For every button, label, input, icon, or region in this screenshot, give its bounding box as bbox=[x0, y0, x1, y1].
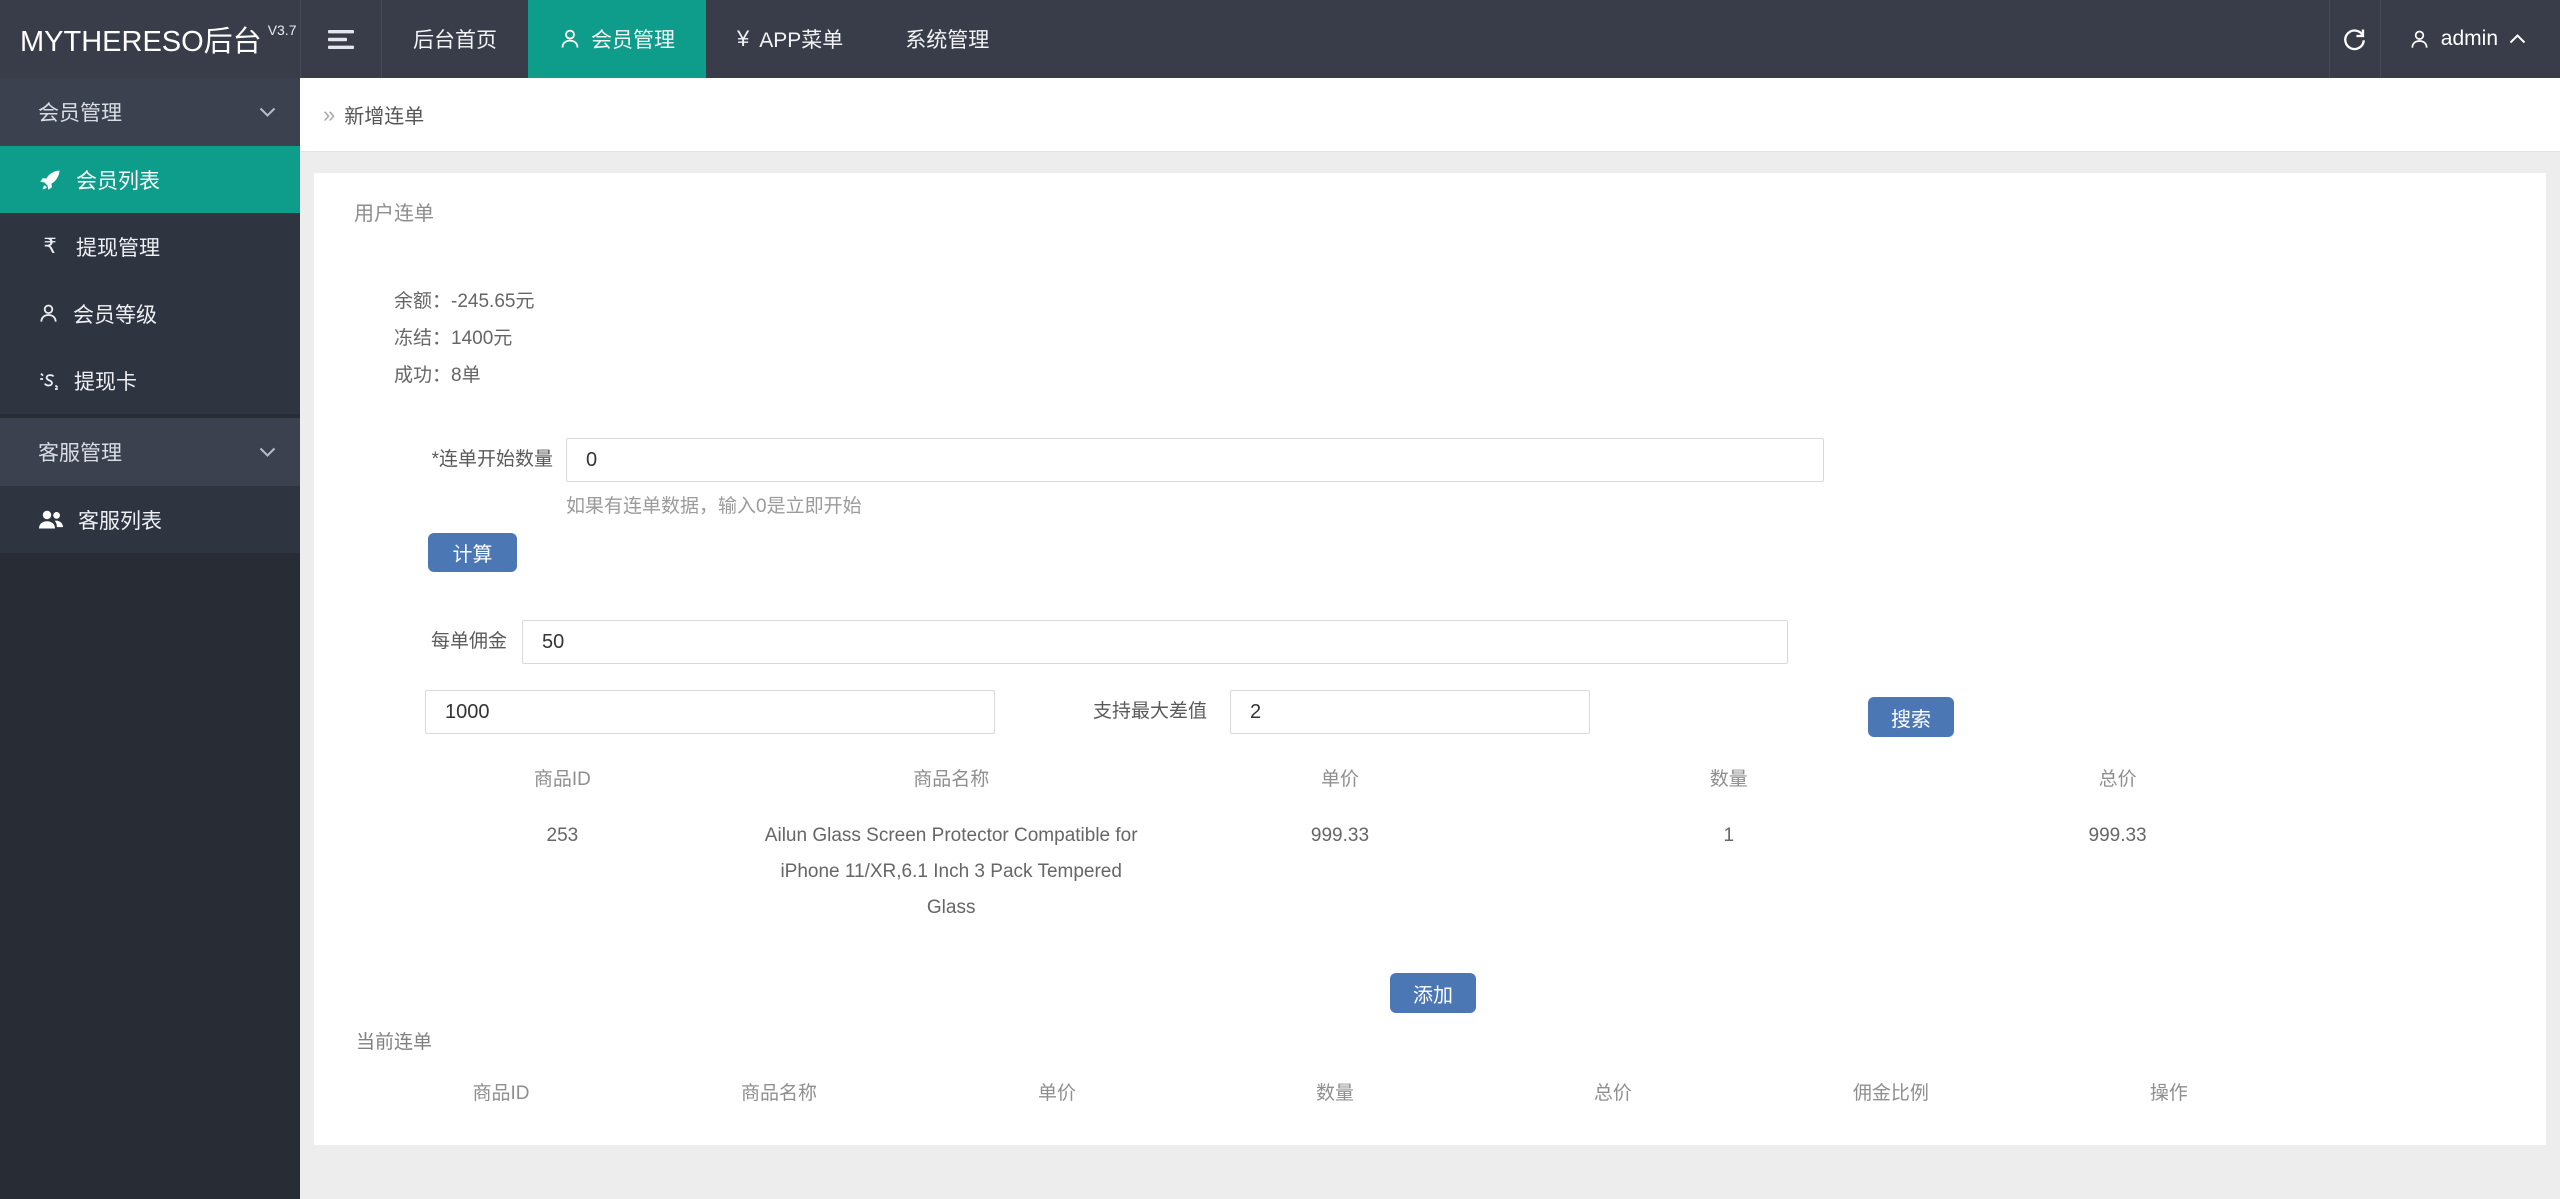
person-icon bbox=[38, 303, 59, 324]
sidebar-group-members[interactable]: 会员管理 bbox=[0, 78, 300, 146]
col-total-price: 总价 bbox=[1593, 1083, 1632, 1104]
add-button[interactable]: 添加 bbox=[1390, 973, 1476, 1013]
sidebar-item-label: 会员等级 bbox=[73, 303, 157, 327]
col-total-price: 总价 bbox=[2098, 769, 2137, 790]
stat-frozen: 冻结：1400元 bbox=[394, 328, 513, 349]
top-menu: 后台首页 会员管理 ¥ APP菜单 系统管理 bbox=[382, 0, 1020, 78]
calculate-button[interactable]: 计算 bbox=[428, 533, 517, 572]
yen-icon: ¥ bbox=[737, 26, 750, 51]
main-area: » 新增连单 用户连单 余额：-245.65元 冻结：1400元 成功：8单 *… bbox=[300, 78, 2560, 1199]
refresh-icon bbox=[2341, 26, 2368, 53]
commission-label: 每单佣金 bbox=[430, 631, 507, 652]
current-orders-title: 当前连单 bbox=[356, 1032, 433, 1053]
navbar-right: admin bbox=[2328, 0, 2560, 78]
start-qty-input[interactable] bbox=[566, 438, 1824, 482]
search-button[interactable]: 搜索 bbox=[1868, 697, 1954, 737]
sidebar-item-member-level[interactable]: 会员等级 bbox=[0, 280, 300, 347]
withdraw-card-icon bbox=[38, 370, 60, 392]
sidebar-toggle-button[interactable] bbox=[300, 0, 382, 78]
col-product-id: 商品ID bbox=[472, 1083, 530, 1104]
sidebar-group-support[interactable]: 客服管理 bbox=[0, 418, 300, 486]
col-product-name: 商品名称 bbox=[740, 1083, 817, 1104]
product-table-row: 253 Ailun Glass Screen Protector Compati… bbox=[368, 802, 2312, 926]
nav-item-label: 会员管理 bbox=[591, 29, 675, 52]
chevron-down-icon bbox=[259, 447, 276, 457]
col-commission-ratio: 佣金比例 bbox=[1852, 1083, 1929, 1104]
stat-balance: 余额：-245.65元 bbox=[394, 291, 535, 312]
sidebar-group-label: 会员管理 bbox=[38, 102, 122, 125]
cell-product-id: 253 bbox=[546, 825, 579, 846]
nav-item-app-menu[interactable]: ¥ APP菜单 bbox=[706, 0, 874, 78]
nav-item-label: 系统管理 bbox=[905, 29, 990, 52]
col-product-name: 商品名称 bbox=[913, 769, 990, 790]
app-logo-text: MYTHERESO后台 bbox=[20, 26, 262, 58]
col-unit-price: 单价 bbox=[1320, 769, 1359, 790]
username: admin bbox=[2440, 27, 2498, 50]
col-quantity: 数量 bbox=[1709, 769, 1748, 790]
breadcrumb: » 新增连单 bbox=[300, 78, 2560, 152]
hamburger-icon bbox=[327, 28, 355, 51]
price-input[interactable] bbox=[425, 690, 995, 734]
user-icon bbox=[2409, 29, 2430, 50]
content-panel: 用户连单 余额：-245.65元 冻结：1400元 成功：8单 *连单开始数量 … bbox=[314, 173, 2546, 1145]
start-qty-label: *连单开始数量 bbox=[431, 449, 553, 470]
sidebar-item-label: 会员列表 bbox=[76, 169, 160, 193]
stat-success: 成功：8单 bbox=[394, 365, 481, 386]
max-diff-label: 支持最大差值 bbox=[1092, 701, 1207, 722]
nav-item-system[interactable]: 系统管理 bbox=[874, 0, 1020, 78]
sidebar: 会员管理 会员列表 ₹ 提现管理 会员等级 提现卡 客服管理 客服列表 bbox=[0, 78, 300, 1199]
breadcrumb-marker: » bbox=[323, 101, 336, 127]
col-actions: 操作 bbox=[2149, 1083, 2188, 1104]
col-unit-price: 单价 bbox=[1037, 1083, 1076, 1104]
cell-quantity: 1 bbox=[1723, 825, 1735, 846]
sidebar-group-label: 客服管理 bbox=[38, 442, 122, 465]
rupee-icon: ₹ bbox=[43, 235, 57, 258]
user-stats: 余额：-245.65元 冻结：1400元 成功：8单 bbox=[394, 283, 534, 394]
app-logo: MYTHERESO后台 V3.7 bbox=[0, 0, 300, 78]
nav-item-members[interactable]: 会员管理 bbox=[528, 0, 706, 78]
sidebar-item-member-list[interactable]: 会员列表 bbox=[0, 146, 300, 213]
commission-input[interactable] bbox=[522, 620, 1788, 664]
cell-unit-price: 999.33 bbox=[1310, 825, 1370, 846]
nav-item-dashboard[interactable]: 后台首页 bbox=[382, 0, 528, 78]
person-icon bbox=[559, 28, 581, 50]
sidebar-item-support-list[interactable]: 客服列表 bbox=[0, 486, 300, 553]
cell-product-name: Ailun Glass Screen Protector Compatible … bbox=[764, 825, 1138, 918]
app-version: V3.7 bbox=[267, 22, 297, 38]
product-table: 商品ID 商品名称 单价 数量 总价 253 Ailun Glass Scree… bbox=[368, 758, 2312, 926]
top-navbar: MYTHERESO后台 V3.7 后台首页 会员管理 ¥ APP菜单 系统管理 … bbox=[0, 0, 2560, 78]
chevron-down-icon bbox=[259, 107, 276, 117]
max-diff-input[interactable] bbox=[1230, 690, 1590, 734]
sidebar-item-label: 提现卡 bbox=[74, 370, 137, 394]
sidebar-item-label: 提现管理 bbox=[76, 236, 160, 260]
sidebar-item-label: 客服列表 bbox=[78, 509, 162, 533]
nav-item-label: 后台首页 bbox=[413, 29, 497, 52]
current-orders-table-header: 商品ID 商品名称 单价 数量 总价 佣金比例 操作 bbox=[362, 1072, 2308, 1116]
sidebar-item-withdraw-card[interactable]: 提现卡 bbox=[0, 347, 300, 414]
user-dropdown[interactable]: admin bbox=[2381, 0, 2560, 78]
cell-total-price: 999.33 bbox=[2088, 825, 2147, 846]
current-orders-table: 商品ID 商品名称 单价 数量 总价 佣金比例 操作 bbox=[362, 1072, 2308, 1116]
chevron-up-icon bbox=[2509, 34, 2526, 44]
col-product-id: 商品ID bbox=[533, 769, 591, 790]
nav-item-label: APP菜单 bbox=[759, 29, 844, 52]
col-quantity: 数量 bbox=[1315, 1083, 1354, 1104]
sidebar-item-withdraw-management[interactable]: ₹ 提现管理 bbox=[0, 213, 300, 280]
rocket-icon bbox=[38, 168, 62, 192]
section-title: 用户连单 bbox=[354, 203, 434, 225]
start-qty-hint: 如果有连单数据，输入0是立即开始 bbox=[566, 496, 862, 517]
page-title: 新增连单 bbox=[344, 106, 425, 128]
refresh-button[interactable] bbox=[2328, 0, 2381, 78]
product-table-header: 商品ID 商品名称 单价 数量 总价 bbox=[368, 758, 2312, 802]
users-icon bbox=[38, 509, 64, 531]
